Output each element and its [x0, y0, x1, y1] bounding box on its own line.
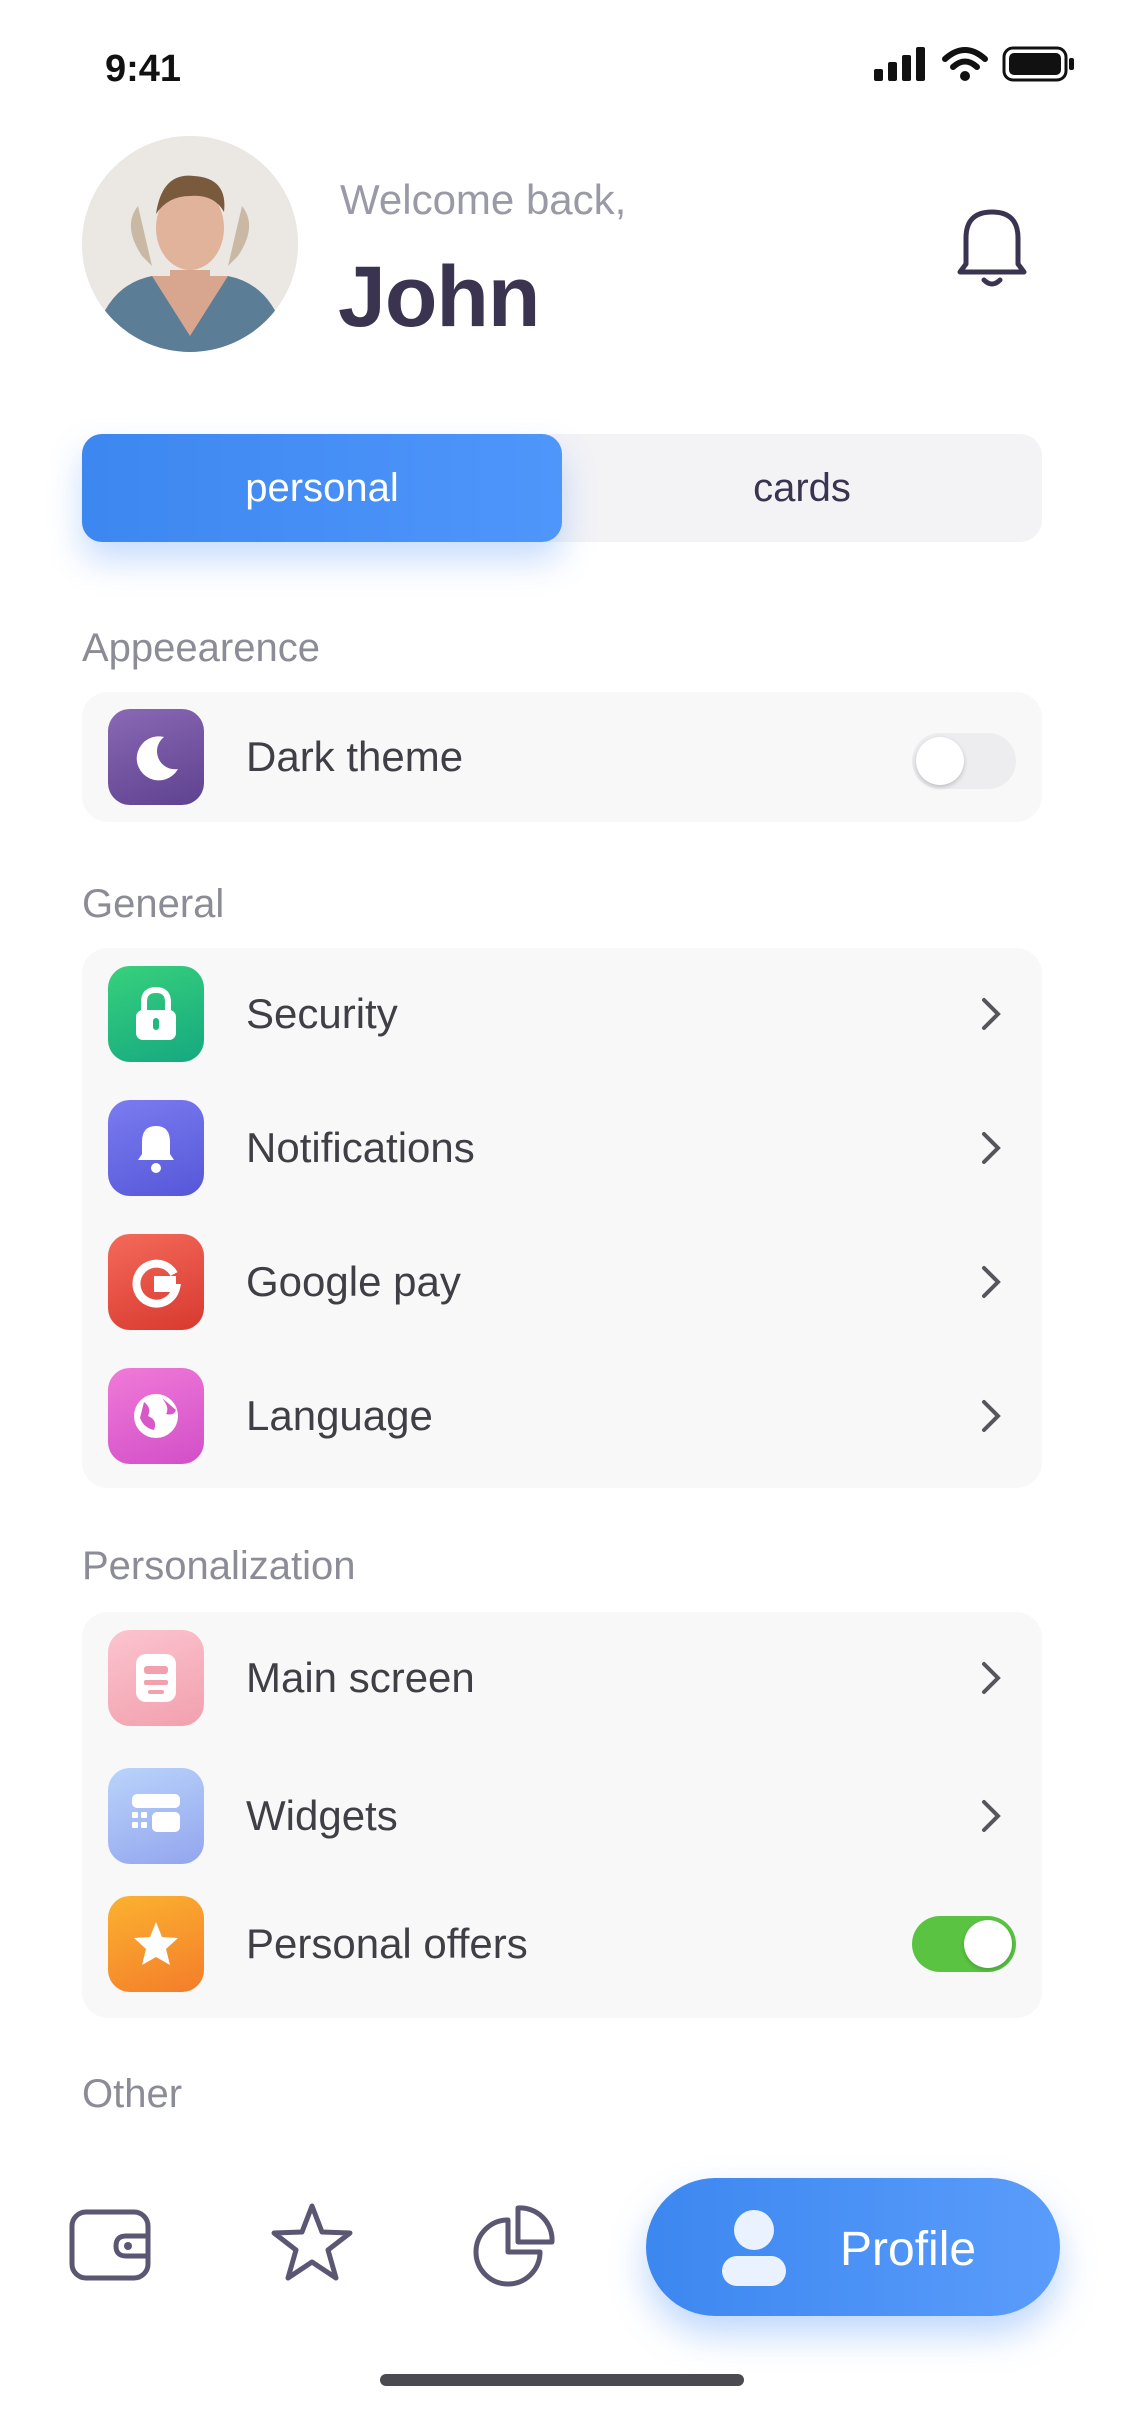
user-name: John — [338, 249, 540, 345]
row-widgets[interactable]: Widgets — [82, 1756, 1042, 1876]
star-icon — [108, 1896, 204, 1992]
row-label-widgets: Widgets — [246, 1792, 398, 1839]
chevron-right-icon — [982, 1800, 1001, 1832]
tab-cards[interactable]: cards — [562, 434, 1042, 542]
row-label-personal-offers: Personal offers — [246, 1920, 528, 1967]
pie-chart-icon[interactable] — [468, 2198, 560, 2290]
bell-icon — [108, 1100, 204, 1196]
row-label-google-pay: Google pay — [246, 1258, 461, 1305]
widgets-icon — [108, 1768, 204, 1864]
chevron-right-icon — [982, 998, 1001, 1030]
notifications-bell-icon[interactable] — [952, 202, 1032, 292]
row-dark-theme[interactable]: Dark theme — [82, 697, 1042, 817]
avatar[interactable] — [82, 136, 298, 352]
row-notifications[interactable]: Notifications — [82, 1088, 1042, 1208]
section-title-other: Other — [82, 2072, 183, 2116]
row-personal-offers[interactable]: Personal offers — [82, 1884, 1042, 2004]
battery-icon — [1002, 46, 1074, 82]
screen-icon — [108, 1630, 204, 1726]
row-label-security: Security — [246, 990, 398, 1037]
personal-offers-toggle[interactable] — [912, 1916, 1016, 1972]
row-security[interactable]: Security — [82, 954, 1042, 1074]
row-label-main-screen: Main screen — [246, 1654, 475, 1701]
moon-icon — [108, 709, 204, 805]
segmented-control: personal cards — [82, 434, 1042, 542]
signal-icon — [874, 47, 925, 81]
chevron-right-icon — [982, 1662, 1001, 1694]
section-title-appearance: Appeearence — [82, 626, 320, 670]
dark-theme-toggle[interactable] — [912, 733, 1016, 789]
status-icons — [874, 46, 1076, 82]
wallet-icon[interactable] — [64, 2198, 156, 2290]
general-card: Security Notifications Google pay Langua… — [82, 948, 1042, 1488]
profile-icon — [722, 2210, 786, 2286]
row-label-language: Language — [246, 1392, 433, 1439]
row-google-pay[interactable]: Google pay — [82, 1222, 1042, 1342]
row-label-dark-theme: Dark theme — [246, 733, 464, 780]
avatar-image — [82, 136, 298, 352]
chevron-right-icon — [982, 1132, 1001, 1164]
profile-label: Profile — [840, 2223, 977, 2276]
globe-icon — [108, 1368, 204, 1464]
star-icon[interactable] — [266, 2198, 358, 2290]
chevron-right-icon — [982, 1400, 1001, 1432]
tab-personal[interactable]: personal — [82, 434, 562, 542]
welcome-text: Welcome back, — [340, 176, 627, 223]
personalization-card: Main screen Widgets Personal offers — [82, 1612, 1042, 2018]
wifi-icon — [942, 47, 988, 81]
row-main-screen[interactable]: Main screen — [82, 1618, 1042, 1738]
section-title-personalization: Personalization — [82, 1544, 356, 1588]
home-indicator — [380, 2374, 744, 2386]
appearance-card: Dark theme — [82, 692, 1042, 822]
google-icon — [108, 1234, 204, 1330]
row-language[interactable]: Language — [82, 1356, 1042, 1476]
lock-icon — [108, 966, 204, 1062]
status-time: 9:41 — [105, 48, 182, 90]
section-title-general: General — [82, 882, 225, 926]
profile-tab-button[interactable]: Profile — [646, 2178, 1060, 2316]
row-label-notifications: Notifications — [246, 1124, 475, 1171]
chevron-right-icon — [982, 1266, 1001, 1298]
